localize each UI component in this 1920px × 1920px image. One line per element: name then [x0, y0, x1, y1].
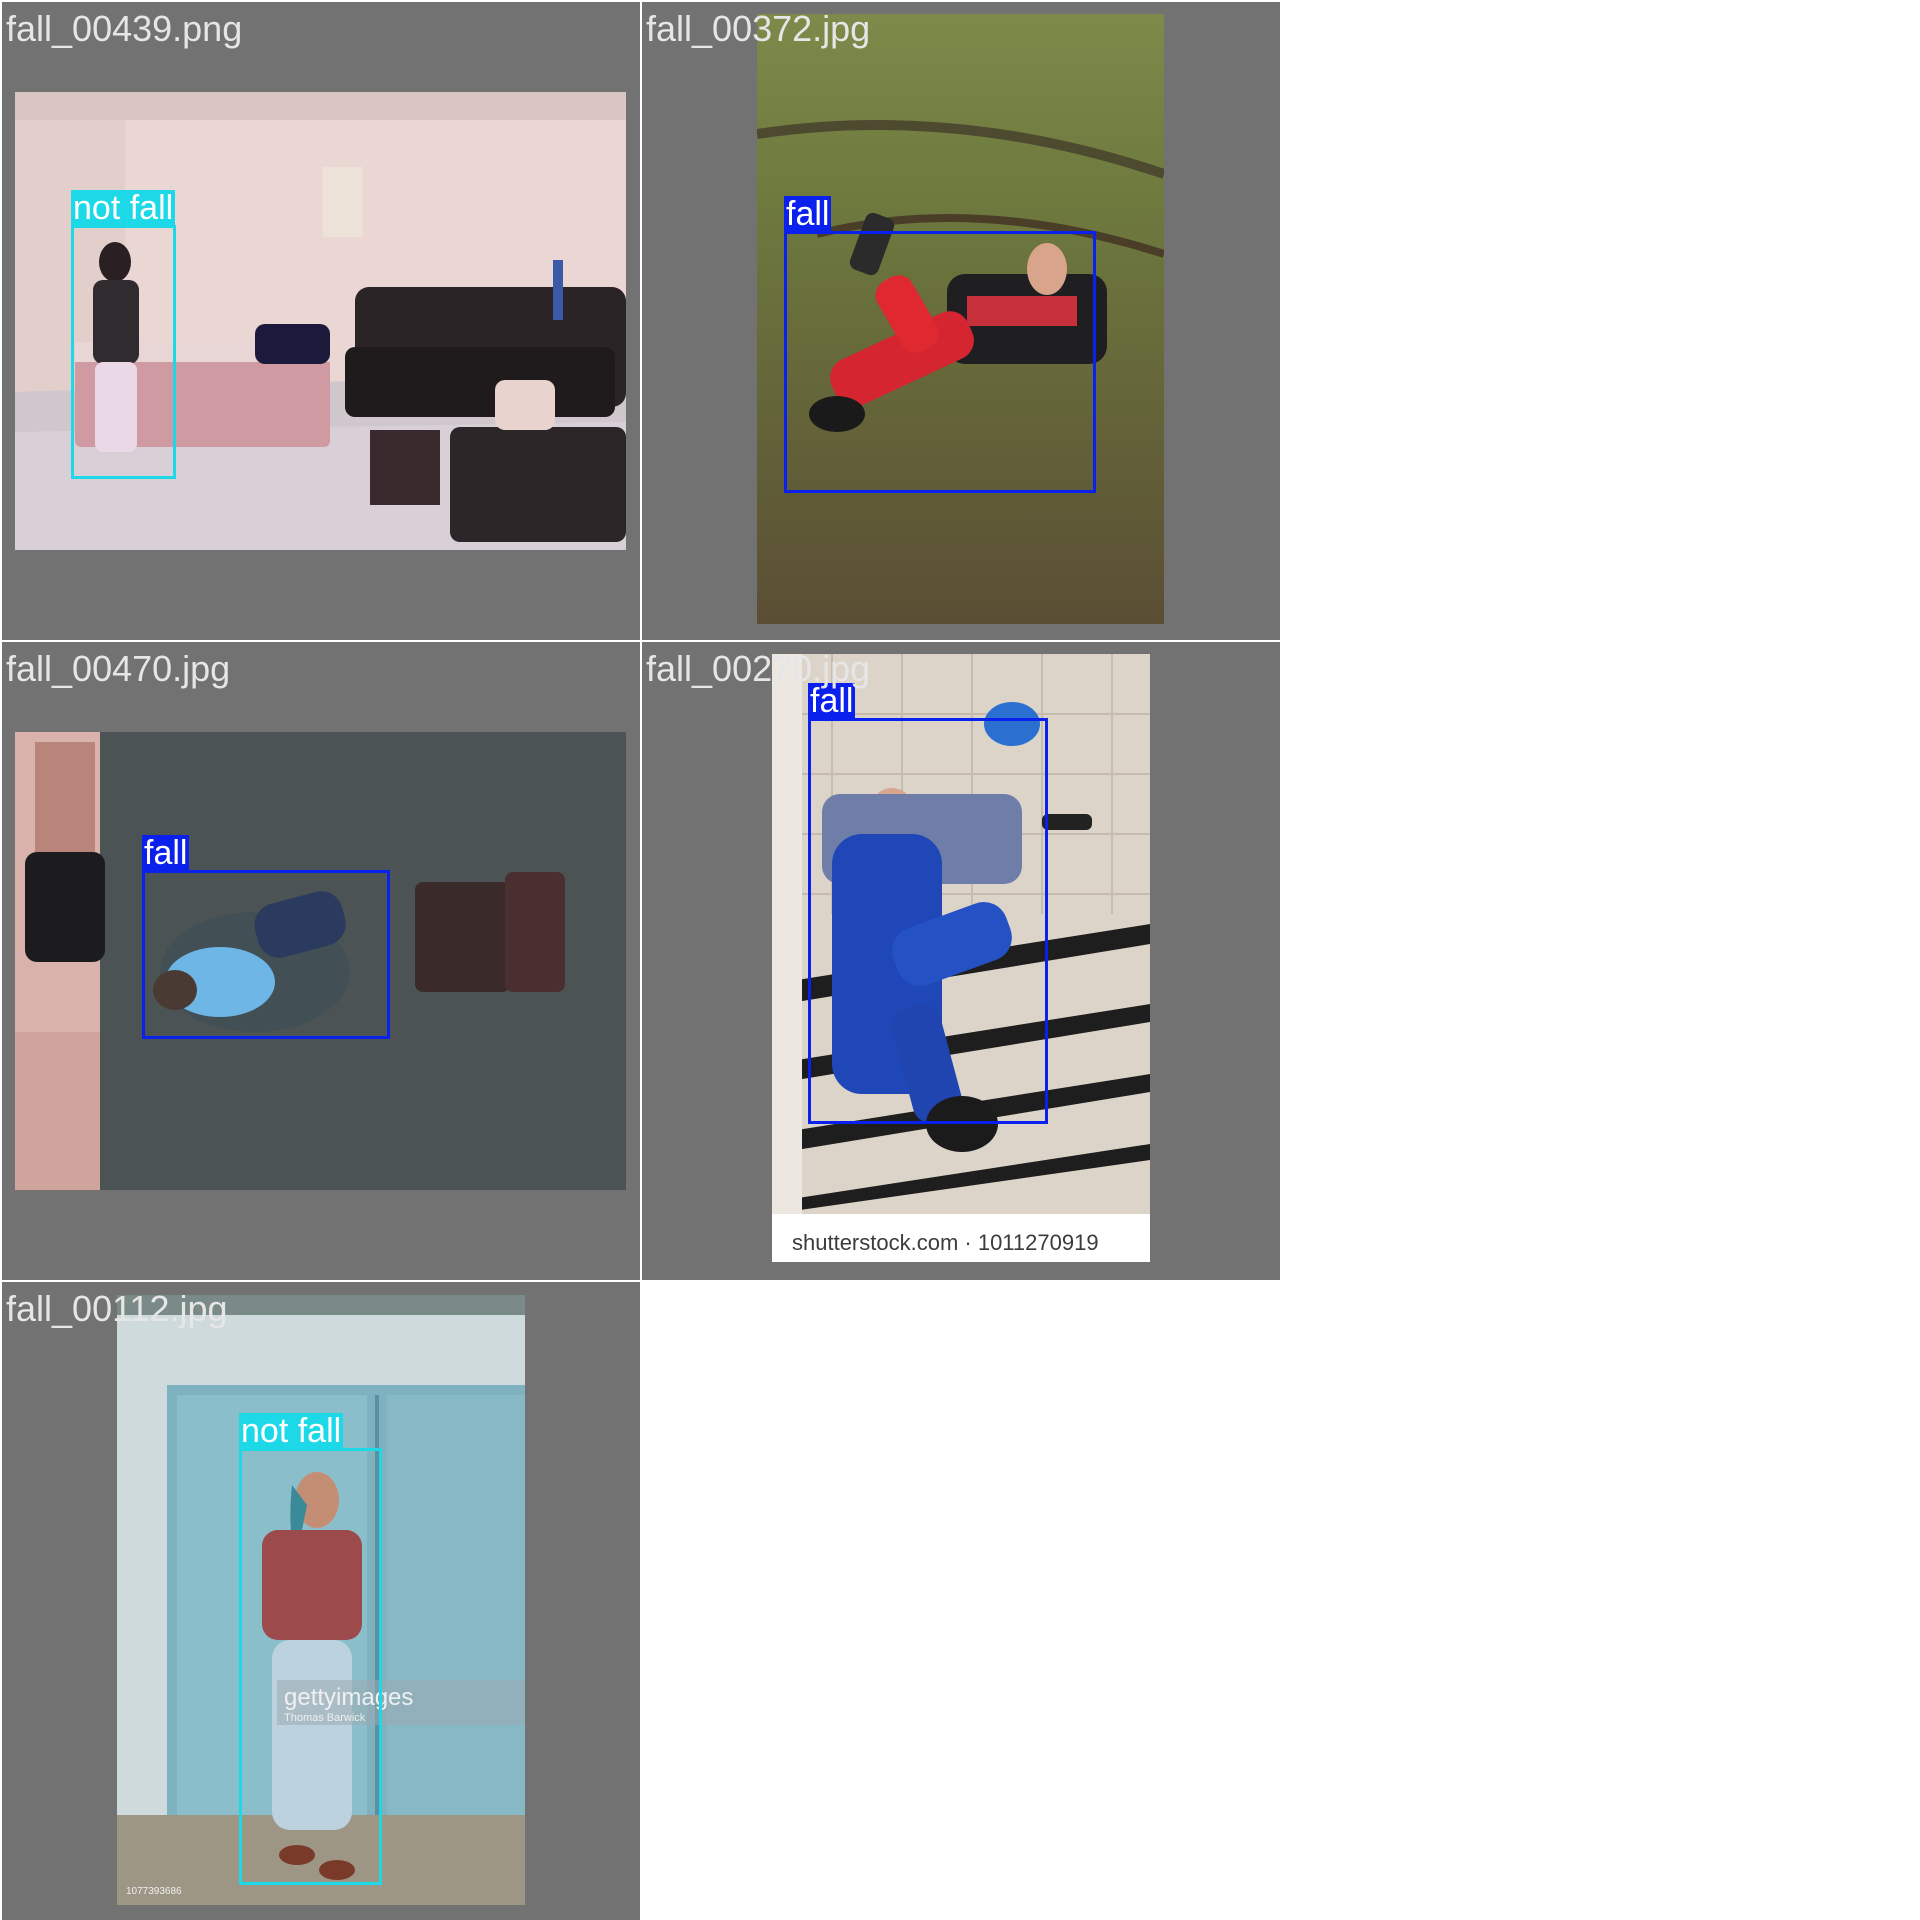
- tile-filename: fall_00270.jpg: [646, 648, 871, 689]
- image-id-text: 1077393686: [126, 1886, 182, 1897]
- detection-box-not-fall: [239, 1448, 382, 1885]
- detection-box-fall: [784, 231, 1096, 493]
- image-tile-4: shutterstock.com · 1011270919 fall_00270…: [642, 642, 1280, 1280]
- detection-label: not fall: [71, 189, 176, 227]
- image-tile-2: fall_00372.jpg fall: [642, 2, 1280, 640]
- detection-box-fall: [142, 870, 390, 1039]
- tile-filename: fall_00470.jpg: [6, 648, 231, 689]
- tile-filename: fall_00439.png: [6, 8, 243, 49]
- tile-filename: fall_00372.jpg: [646, 8, 871, 49]
- watermark-text: shutterstock.com · 1011270919: [792, 1230, 1099, 1255]
- image-tile-1: fall_00439.png not fall: [2, 2, 640, 640]
- tile-filename: fall_00112.jpg: [6, 1288, 228, 1329]
- image-tile-3: fall_00470.jpg fall: [2, 642, 640, 1280]
- detection-label: fall: [142, 834, 190, 872]
- detection-box-fall: [808, 718, 1048, 1124]
- detection-label: fall: [784, 195, 832, 233]
- detection-box-not-fall: [71, 225, 176, 479]
- image-tile-5: gettyimages Thomas Barwick 1077393686 fa…: [2, 1282, 640, 1920]
- detection-label: not fall: [239, 1412, 344, 1450]
